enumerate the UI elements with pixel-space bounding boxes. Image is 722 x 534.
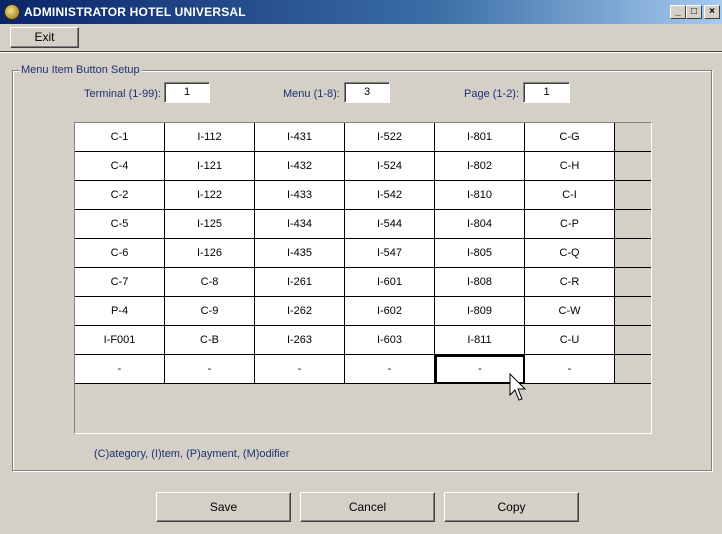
grid-cell[interactable]: C-H xyxy=(525,152,615,181)
grid-cell[interactable]: C-G xyxy=(525,123,615,152)
grid-cell[interactable]: C-2 xyxy=(75,181,165,210)
grid-cell[interactable]: I-112 xyxy=(165,123,255,152)
grid-filler-cell xyxy=(615,297,651,326)
grid-cell[interactable]: - xyxy=(75,355,165,384)
legend-text: (C)ategory, (I)tem, (P)ayment, (M)odifie… xyxy=(94,448,290,460)
app-icon xyxy=(4,4,20,20)
grid-cell[interactable]: I-524 xyxy=(345,152,435,181)
mouse-cursor-icon xyxy=(509,373,527,401)
grid-cell[interactable]: I-810 xyxy=(435,181,525,210)
grid-cell[interactable]: C-8 xyxy=(165,268,255,297)
menu-field[interactable]: 3 xyxy=(344,82,390,103)
grid-cell[interactable]: I-126 xyxy=(165,239,255,268)
grid-cell[interactable]: I-431 xyxy=(255,123,345,152)
grid-filler-cell xyxy=(615,152,651,181)
grid-filler-cell xyxy=(615,268,651,297)
page-label: Page (1-2): xyxy=(464,88,520,100)
terminal-field[interactable]: 1 xyxy=(164,82,210,103)
grid-cell[interactable]: C-B xyxy=(165,326,255,355)
copy-button[interactable]: Copy xyxy=(444,492,579,522)
grid-cell[interactable]: C-5 xyxy=(75,210,165,239)
grid-cell[interactable]: I-434 xyxy=(255,210,345,239)
grid-filler-cell xyxy=(615,355,651,384)
maximize-button[interactable]: □ xyxy=(686,5,702,19)
grid-filler-cell xyxy=(615,123,651,152)
grid-cell[interactable]: I-261 xyxy=(255,268,345,297)
button-grid: C-1 I-112 I-431 I-522 I-801 C-G C-4 I-121 I-432 I… xyxy=(74,122,652,434)
grid-cell[interactable]: I-602 xyxy=(345,297,435,326)
cancel-button[interactable]: Cancel xyxy=(300,492,435,522)
terminal-label: Terminal (1-99): xyxy=(84,88,162,100)
grid-cell[interactable]: I-122 xyxy=(165,181,255,210)
grid-cell[interactable]: I-125 xyxy=(165,210,255,239)
title-bar: ADMINISTRATOR HOTEL UNIVERSAL _ □ × xyxy=(0,0,722,24)
grid-cell[interactable]: C-Q xyxy=(525,239,615,268)
grid-cell[interactable]: C-6 xyxy=(75,239,165,268)
grid-cell[interactable]: I-432 xyxy=(255,152,345,181)
grid-cell[interactable]: I-544 xyxy=(345,210,435,239)
window-title: ADMINISTRATOR HOTEL UNIVERSAL xyxy=(24,5,246,19)
grid-filler-cell xyxy=(615,210,651,239)
grid-cell[interactable]: I-809 xyxy=(435,297,525,326)
grid-cell[interactable]: P-4 xyxy=(75,297,165,326)
grid-cell[interactable]: I-805 xyxy=(435,239,525,268)
group-label: Menu Item Button Setup xyxy=(19,64,142,76)
grid-cell[interactable]: - xyxy=(165,355,255,384)
menu-label: Menu (1-8): xyxy=(283,88,340,100)
grid-cell[interactable]: I-801 xyxy=(435,123,525,152)
grid-filler-cell xyxy=(615,326,651,355)
grid-cell[interactable]: I-262 xyxy=(255,297,345,326)
grid-cell[interactable]: I-603 xyxy=(345,326,435,355)
grid-cell[interactable]: C-1 xyxy=(75,123,165,152)
grid-cell[interactable]: I-808 xyxy=(435,268,525,297)
grid-cell[interactable]: C-W xyxy=(525,297,615,326)
grid-cell[interactable]: I-542 xyxy=(345,181,435,210)
grid-cell[interactable]: - xyxy=(525,355,615,384)
grid-cell[interactable]: I-802 xyxy=(435,152,525,181)
grid-cell[interactable]: I-435 xyxy=(255,239,345,268)
grid-cell[interactable]: I-601 xyxy=(345,268,435,297)
grid-cell[interactable]: C-P xyxy=(525,210,615,239)
page-field[interactable]: 1 xyxy=(523,82,570,103)
grid-cell[interactable]: C-9 xyxy=(165,297,255,326)
grid-filler-cell xyxy=(615,181,651,210)
grid-cell[interactable]: I-522 xyxy=(345,123,435,152)
grid-cell[interactable]: I-F001 xyxy=(75,326,165,355)
save-button[interactable]: Save xyxy=(156,492,291,522)
grid-cell[interactable]: - xyxy=(255,355,345,384)
grid-cell[interactable]: C-I xyxy=(525,181,615,210)
exit-button[interactable]: Exit xyxy=(10,27,79,48)
grid-cell[interactable]: - xyxy=(345,355,435,384)
grid-cell[interactable]: C-4 xyxy=(75,152,165,181)
grid-cell[interactable]: I-263 xyxy=(255,326,345,355)
grid-cell[interactable]: C-7 xyxy=(75,268,165,297)
grid-cell[interactable]: I-804 xyxy=(435,210,525,239)
grid-cell[interactable]: C-U xyxy=(525,326,615,355)
grid-cell[interactable]: I-811 xyxy=(435,326,525,355)
toolbar xyxy=(0,24,722,53)
close-button[interactable]: × xyxy=(704,5,720,19)
grid-cell[interactable]: C-R xyxy=(525,268,615,297)
grid-cell[interactable]: I-547 xyxy=(345,239,435,268)
grid-cell[interactable]: I-433 xyxy=(255,181,345,210)
grid-filler-cell xyxy=(615,239,651,268)
grid-cell[interactable]: I-121 xyxy=(165,152,255,181)
minimize-button[interactable]: _ xyxy=(670,5,686,19)
